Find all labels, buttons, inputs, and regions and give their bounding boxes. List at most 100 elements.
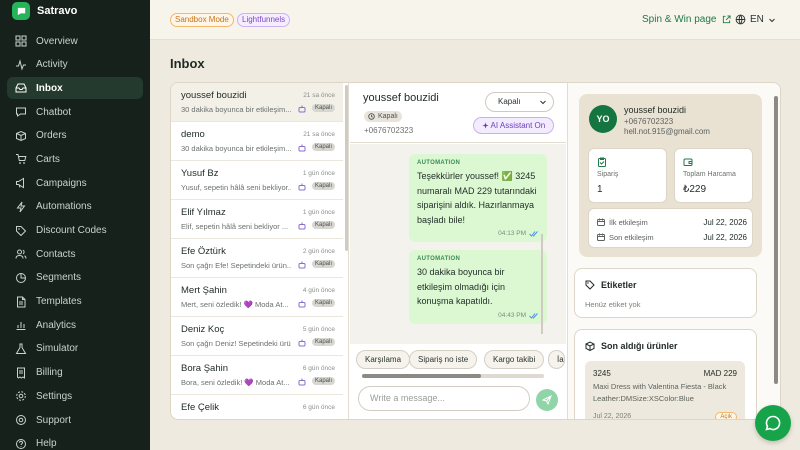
tags-card: Etiketler Henüz etiket yok — [574, 268, 757, 318]
inbox-icon — [15, 83, 27, 93]
conversation-status-badge: Kapalı — [311, 143, 335, 151]
message-input[interactable]: Write a message... — [358, 386, 530, 411]
quick-reply-chip[interactable]: İa — [548, 350, 565, 369]
sidebar-item-campaigns[interactable]: Campaigns — [7, 172, 143, 194]
last-interaction-label: Son etkileşim — [609, 232, 654, 242]
conversation-item[interactable]: youssef bouzidi 21 sa önce 30 dakika boy… — [171, 83, 343, 122]
sidebar-item-help[interactable]: Help — [7, 433, 143, 450]
sidebar-item-inbox[interactable]: Inbox — [7, 77, 143, 100]
sidebar-item-label: Inbox — [36, 82, 63, 94]
chat-pane: youssef bouzidi Kapalı +0676702323 Kapal… — [350, 83, 566, 419]
sandbox-mode-badge: Sandbox Mode — [170, 13, 234, 27]
quick-reply-chip[interactable]: Sipariş no iste — [409, 350, 478, 369]
sidebar-item-chatbot[interactable]: Chatbot — [7, 101, 143, 123]
chat-contact-phone: +0676702323 — [364, 126, 414, 135]
message-bubble: AUTOMATION Teşekkürler youssef! ✅ 3245 n… — [409, 154, 547, 242]
sidebar-item-segments[interactable]: Segments — [7, 267, 143, 289]
product-order-price: MAD 229 — [703, 369, 737, 378]
quick-reply-chip[interactable]: Karşılama — [356, 350, 411, 369]
sidebar-item-contacts[interactable]: Contacts — [7, 243, 143, 265]
send-button[interactable] — [536, 389, 558, 411]
first-interaction-value: Jul 22, 2026 — [703, 217, 747, 227]
bot-icon — [298, 300, 306, 308]
clock-icon — [368, 113, 375, 120]
contact-name: youssef bouzidi — [624, 105, 687, 115]
conversation-item[interactable]: Yusuf Bz 1 gün önce Yusuf, sepetin hâlâ … — [171, 161, 343, 200]
sidebar-item-settings[interactable]: Settings — [7, 385, 143, 407]
tag-icon — [16, 225, 27, 236]
support-chat-button[interactable] — [755, 405, 791, 441]
sidebar-item-label: Automations — [36, 201, 92, 213]
conversation-time: 1 gün önce — [302, 170, 335, 177]
message-thread-scrollbar[interactable] — [541, 234, 543, 334]
quick-reply-chip[interactable]: Kargo takibi — [484, 350, 545, 369]
conversation-item[interactable]: Efe Öztürk 2 gün önce Son çağrı Efe! Sep… — [171, 239, 343, 278]
bot-icon — [298, 378, 306, 386]
conversation-item[interactable]: Efe Çelik 6 gün önce — [171, 395, 343, 419]
sidebar-item-support[interactable]: Support — [7, 409, 143, 431]
calendar-icon — [597, 218, 605, 226]
conversation-item[interactable]: Elif Yılmaz 1 gün önce Elif, sepetin hâl… — [171, 200, 343, 239]
conversation-status-badge: Kapalı — [311, 104, 335, 112]
sidebar-item-activity[interactable]: Activity — [7, 54, 143, 76]
bot-icon — [298, 261, 306, 269]
sidebar-item-label: Carts — [36, 153, 60, 165]
sidebar-item-label: Simulator — [36, 343, 79, 355]
product-description: Maxi Dress with Valentina Fiesta - Black… — [593, 382, 727, 403]
total-spend-value: ₺229 — [683, 184, 707, 195]
bolt-icon — [16, 201, 26, 213]
quick-replies-scrollbar-thumb[interactable] — [362, 374, 481, 378]
bot-icon — [298, 339, 306, 347]
sidebar-item-label: Contacts — [36, 248, 76, 260]
sidebar-item-label: Discount Codes — [36, 225, 107, 236]
contact-card: YO youssef bouzidi +0676702323 hell.not.… — [579, 94, 762, 257]
wallet-icon — [683, 158, 693, 166]
message-time: 04:43 PM — [498, 312, 539, 319]
status-select-value: Kapalı — [498, 97, 521, 106]
sidebar-item-label: Segments — [36, 272, 82, 284]
sidebar-item-discount-codes[interactable]: Discount Codes — [7, 220, 143, 242]
megaphone-icon — [16, 177, 24, 189]
total-spend-label: Toplam Harcama — [683, 171, 736, 178]
brand[interactable]: Satravo — [12, 0, 150, 22]
sidebar-item-billing[interactable]: Billing — [7, 362, 143, 384]
external-link-icon — [722, 15, 731, 24]
conversation-item[interactable]: Deniz Koç 5 gün önce Son çağrı Deniz! Se… — [171, 317, 343, 356]
product-order-item[interactable]: 3245 MAD 229 Maxi Dress with Valentina F… — [585, 361, 745, 419]
conversation-preview: Mert, seni özledik! 💜 Moda At... — [181, 300, 289, 309]
page-title: Inbox — [170, 56, 205, 71]
spin-win-link[interactable]: Spin & Win page — [642, 14, 731, 25]
sidebar-item-overview[interactable]: Overview — [7, 30, 143, 52]
spin-win-label: Spin & Win page — [642, 14, 717, 25]
ai-assistant-toggle[interactable]: AI Assistant On — [473, 117, 554, 134]
sidebar-item-label: Analytics — [36, 319, 77, 331]
sidebar-item-orders[interactable]: Orders — [7, 125, 143, 147]
question-icon — [16, 438, 26, 449]
conversation-time: 21 sa önce — [303, 131, 335, 138]
sidebar-item-templates[interactable]: Templates — [7, 291, 143, 313]
sidebar-item-analytics[interactable]: Analytics — [7, 314, 143, 336]
sidebar-item-carts[interactable]: Carts — [7, 148, 143, 170]
language-selector[interactable]: EN — [735, 14, 776, 25]
recent-products-card: Son aldığı ürünler 3245 MAD 229 Maxi Dre… — [574, 329, 757, 419]
inbox-panel: youssef bouzidi 21 sa önce 30 dakika boy… — [170, 82, 781, 420]
bot-icon — [298, 105, 306, 113]
pie-icon — [16, 272, 26, 283]
conversation-item[interactable]: Mert Şahin 4 gün önce Mert, seni özledik… — [171, 278, 343, 317]
message-tag: AUTOMATION — [417, 256, 461, 262]
globe-icon — [735, 14, 746, 25]
message-thread: AUTOMATION Teşekkürler youssef! ✅ 3245 n… — [350, 144, 566, 344]
conversation-list-scrollbar[interactable] — [345, 85, 348, 251]
cart-icon — [16, 154, 27, 165]
conversation-item[interactable]: demo 21 sa önce 30 dakika boyunca bir et… — [171, 122, 343, 161]
conversation-preview: 30 dakika boyunca bir etkileşim... — [181, 105, 291, 114]
sidebar-item-simulator[interactable]: Simulator — [7, 338, 143, 360]
contact-email: hell.not.915@gmail.com — [624, 127, 710, 136]
conversation-status-select[interactable]: Kapalı — [485, 92, 554, 112]
sidebar-item-automations[interactable]: Automations — [7, 196, 143, 218]
message-tag: AUTOMATION — [417, 160, 461, 166]
conversation-item[interactable]: Bora Şahin 6 gün önce Bora, seni özledik… — [171, 356, 343, 395]
first-interaction-label: İlk etkileşim — [609, 217, 648, 227]
send-icon — [542, 395, 552, 405]
detail-panel-scrollbar[interactable] — [774, 96, 778, 384]
